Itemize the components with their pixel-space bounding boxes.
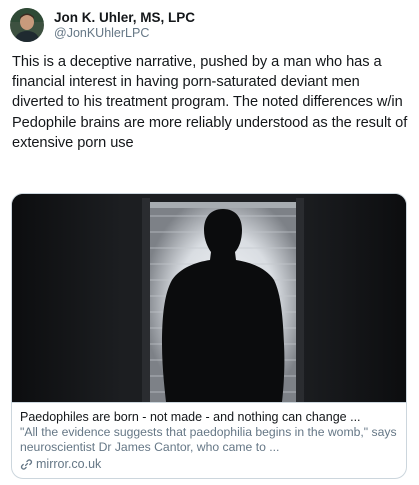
link-card[interactable]: Paedophiles are born - not made - and no…: [11, 193, 407, 479]
display-name[interactable]: Jon K. Uhler, MS, LPC: [54, 10, 195, 26]
avatar[interactable]: [10, 8, 44, 42]
link-icon: [20, 458, 33, 471]
link-card-image[interactable]: [12, 194, 406, 402]
link-card-description: "All the evidence suggests that paedophi…: [20, 425, 397, 454]
tweet-text: This is a deceptive narrative, pushed by…: [12, 54, 408, 151]
link-card-domain[interactable]: mirror.co.uk: [20, 456, 398, 472]
link-card-body[interactable]: Paedophiles are born - not made - and no…: [12, 402, 406, 478]
tweet-header: Jon K. Uhler, MS, LPC @JonKUhlerLPC: [10, 7, 195, 43]
link-card-title[interactable]: Paedophiles are born - not made - and no…: [20, 409, 398, 425]
user-handle[interactable]: @JonKUhlerLPC: [54, 26, 195, 41]
tweet[interactable]: Jon K. Uhler, MS, LPC @JonKUhlerLPC This…: [0, 0, 419, 485]
link-card-domain-label: mirror.co.uk: [36, 457, 102, 471]
